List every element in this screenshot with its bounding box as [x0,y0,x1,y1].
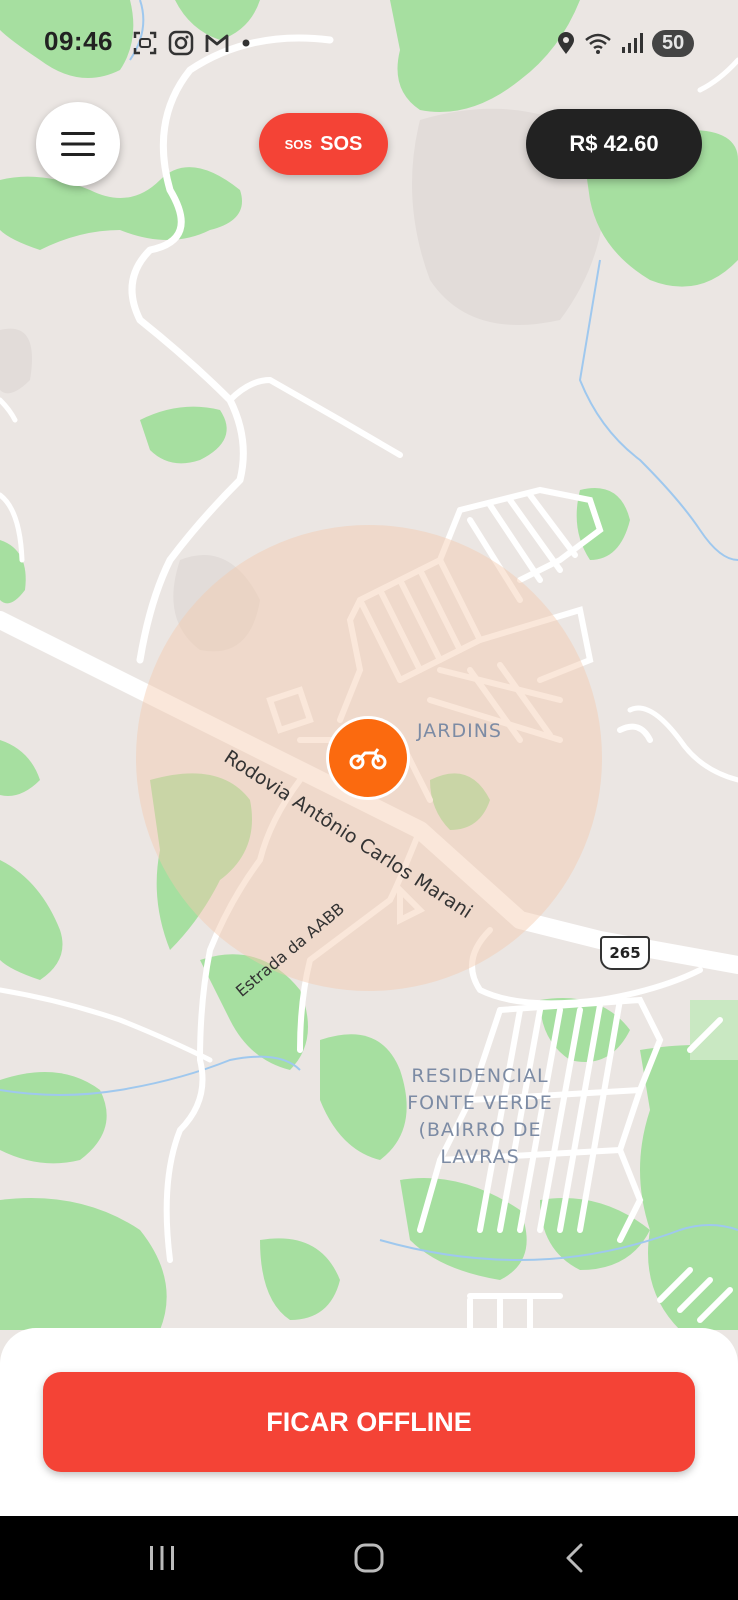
neighborhood-label-fonte-verde: RESIDENCIAL FONTE VERDE (BAIRRO DE LAVRA… [407,1065,553,1168]
balance-button[interactable]: R$ 42.60 [526,109,702,179]
neighborhood-label-jardins: JARDINS [417,720,502,742]
go-offline-label: FICAR OFFLINE [266,1406,472,1437]
sos-button[interactable]: SOS SOS [259,113,388,175]
back-button[interactable] [553,1536,597,1580]
go-offline-button[interactable]: FICAR OFFLINE [43,1372,695,1472]
wifi-icon [585,33,611,54]
sos-icon: SOS [284,136,313,152]
gmail-icon [205,34,229,52]
home-button[interactable] [347,1536,391,1580]
location-icon [558,32,574,54]
sos-label: SOS [320,132,363,155]
signal-icon [622,33,643,53]
status-bar: 09:46 50 [0,0,738,90]
instagram-icon [168,30,194,56]
recent-apps-icon [150,1546,174,1570]
balance-value: R$ 42.60 [569,131,659,156]
menu-button[interactable] [36,102,120,186]
motorcycle-icon [349,748,387,770]
rider-location-marker[interactable] [326,716,410,800]
dot-icon [242,39,250,47]
screenshot-icon [133,31,157,55]
home-icon [354,1543,384,1573]
recent-apps-button[interactable] [140,1536,184,1580]
battery-level: 50 [652,29,695,57]
status-time: 09:46 [44,26,113,56]
hamburger-icon [61,132,95,156]
system-navigation-bar [0,1516,738,1600]
back-icon [566,1543,583,1573]
route-shield-265: 265 [600,936,650,970]
